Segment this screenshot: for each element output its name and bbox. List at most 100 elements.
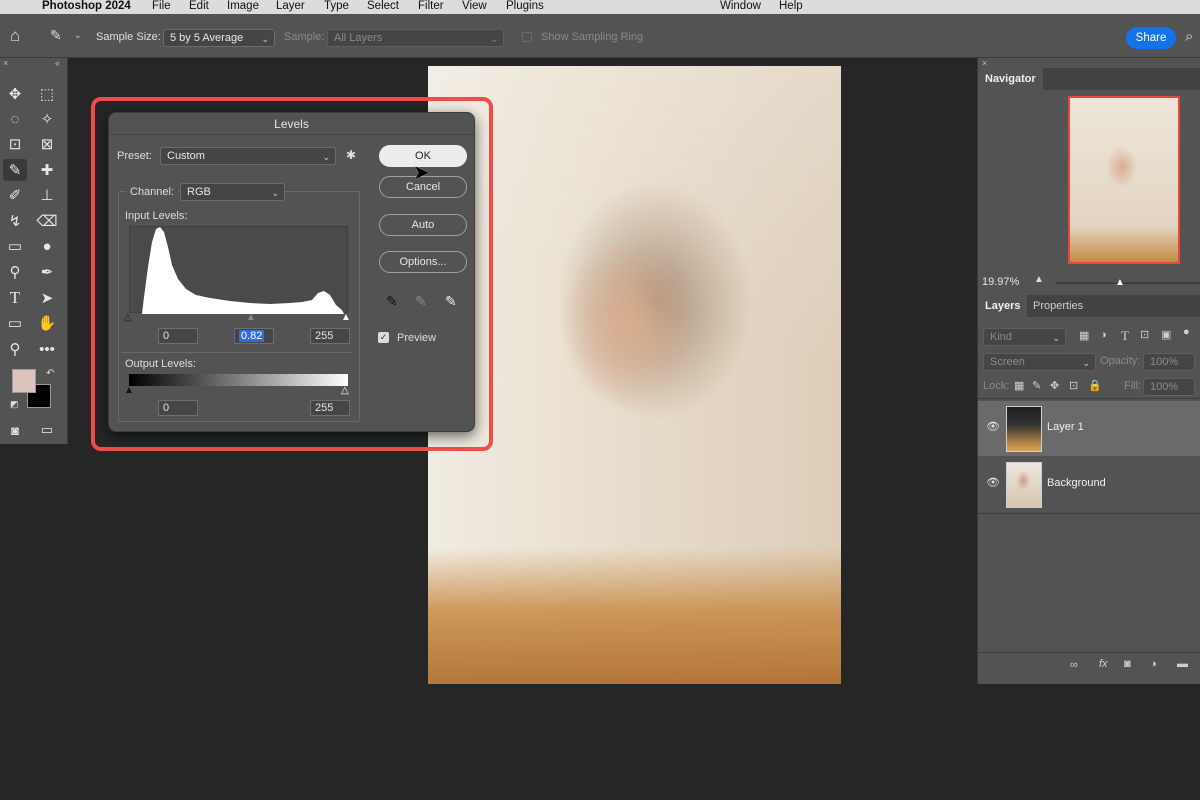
input-black-field[interactable]: 0 [158,328,198,344]
zoom-out-icon[interactable]: ▲ [1034,274,1044,285]
white-point-eyedropper-icon[interactable]: ✎ [445,293,457,310]
tab-navigator[interactable]: Navigator [978,68,1043,90]
menu-view[interactable]: View [462,0,487,13]
auto-button[interactable]: Auto [379,214,467,236]
black-point-eyedropper-icon[interactable]: ✎ [386,293,398,310]
healing-brush-tool-icon[interactable]: ✚ [35,159,59,181]
menu-layer[interactable]: Layer [276,0,305,13]
menu-select[interactable]: Select [367,0,399,13]
navigator-zoom-slider-handle[interactable]: ▲ [1115,277,1125,288]
menu-help[interactable]: Help [779,0,803,13]
fill-field[interactable]: 100% [1143,378,1195,396]
tab-properties[interactable]: Properties [1026,295,1090,317]
navigator-zoom-value[interactable]: 19.97% [982,276,1019,288]
menu-edit[interactable]: Edit [189,0,209,13]
levels-title[interactable]: Levels [109,113,474,135]
blur-tool-icon[interactable]: ● [35,235,59,257]
options-button[interactable]: Options... [379,251,467,273]
layer-filter-select[interactable]: Kind ⌄ [983,328,1066,346]
menu-type[interactable]: Type [324,0,349,13]
filter-smart-object-icon[interactable]: ▣ [1161,328,1171,341]
filter-pixel-icon[interactable]: ▦ [1079,329,1089,342]
channel-select[interactable]: RGB ⌄ [180,183,285,201]
input-white-slider-handle[interactable]: ▲ [341,312,351,323]
filter-type-icon[interactable]: T [1121,328,1129,344]
opacity-field[interactable]: 100% [1143,353,1195,371]
frame-tool-icon[interactable]: ⊠ [35,133,59,155]
lock-position-icon[interactable]: ✥ [1050,379,1059,392]
screen-mode-icon[interactable]: ▭ [35,419,59,441]
collapse-icon[interactable]: « [55,58,60,68]
output-white-field[interactable]: 255 [310,400,350,416]
preview-checkbox[interactable]: ✓ [378,332,389,343]
output-black-field[interactable]: 0 [158,400,198,416]
menu-file[interactable]: File [152,0,171,13]
share-button[interactable]: Share [1126,27,1176,49]
eyedropper-tool-icon[interactable]: ✎ [3,159,27,181]
preset-options-gear-icon[interactable]: ✱ [346,148,356,162]
crop-tool-icon[interactable]: ⊡ [3,133,27,155]
link-layers-icon[interactable]: ∞ [1070,659,1078,671]
lock-image-icon[interactable]: ✎ [1032,379,1041,392]
marquee-tool-icon[interactable]: ⬚ [35,83,59,105]
add-mask-icon[interactable]: ◙ [1124,658,1131,670]
stamp-tool-icon[interactable]: ⊥ [35,184,59,206]
home-icon[interactable]: ⌂ [10,26,20,46]
move-tool-icon[interactable]: ✥ [3,83,27,105]
menu-filter[interactable]: Filter [418,0,444,13]
more-tools-icon[interactable]: ••• [35,338,59,360]
input-white-field[interactable]: 255 [310,328,350,344]
layer-effects-icon[interactable]: fx [1099,658,1108,670]
new-adjustment-layer-icon[interactable]: ◑ [1150,658,1157,670]
filter-toggle-icon[interactable]: ● [1183,326,1190,338]
eye-icon[interactable]: 👁 [986,420,1000,433]
eraser-tool-icon[interactable]: ⌫ [35,210,59,232]
output-black-slider-handle[interactable]: ▲ [124,385,134,396]
menu-image[interactable]: Image [227,0,259,13]
quick-mask-icon[interactable]: ◙ [3,419,27,441]
new-group-icon[interactable]: ▬ [1177,658,1188,670]
panel-close-icon[interactable]: × [982,58,987,68]
lock-transparent-icon[interactable]: ▦ [1014,379,1024,392]
lock-all-icon[interactable]: 🔒 [1088,379,1102,392]
input-gamma-field[interactable]: 0.82 [234,328,274,344]
output-white-slider-handle[interactable]: △ [341,385,349,396]
gray-point-eyedropper-icon[interactable]: ✎ [415,293,427,310]
input-gamma-slider-handle[interactable]: ▲ [246,312,256,323]
foreground-color-swatch[interactable] [12,369,36,393]
layer-row-layer-1[interactable]: 👁 Layer 1 [978,401,1200,456]
swap-colors-icon[interactable]: ↶ [46,368,54,379]
sample-select[interactable]: All Layers ⌄ [327,29,504,47]
navigator-zoom-slider[interactable] [1056,282,1200,284]
app-name[interactable]: Photoshop 2024 [42,0,131,13]
menu-plugins[interactable]: Plugins [506,0,544,13]
dodge-tool-icon[interactable]: ⚲ [3,261,27,283]
tab-layers[interactable]: Layers [978,295,1028,317]
type-tool-icon[interactable]: T [3,287,27,309]
navigator-thumbnail[interactable] [1068,96,1180,264]
lasso-tool-icon[interactable]: ◌ [3,108,27,130]
eye-icon[interactable]: 👁 [986,476,1000,489]
sampling-ring-checkbox[interactable] [522,32,532,42]
layer-row-background[interactable]: 👁 Background [978,457,1200,512]
menu-window[interactable]: Window [720,0,761,13]
eyedropper-icon[interactable]: ✎ [50,27,62,44]
magic-wand-tool-icon[interactable]: ✧ [35,108,59,130]
blend-mode-select[interactable]: Screen ⌄ [983,353,1096,371]
path-selection-tool-icon[interactable]: ➤ [35,287,59,309]
tool-preset-chevron-icon[interactable]: ⌄ [74,30,82,41]
zoom-tool-icon[interactable]: ⚲ [3,338,27,360]
filter-shape-icon[interactable]: ⊡ [1140,328,1149,341]
lock-artboard-icon[interactable]: ⊡ [1069,379,1078,392]
default-colors-icon[interactable]: ◩ [10,399,19,410]
gradient-tool-icon[interactable]: ▭ [3,235,27,257]
close-icon[interactable]: × [3,58,8,68]
rectangle-tool-icon[interactable]: ▭ [3,312,27,334]
preset-select[interactable]: Custom ⌄ [160,147,336,165]
sample-size-select[interactable]: 5 by 5 Average ⌄ [163,29,275,47]
input-black-slider-handle[interactable]: △ [124,312,132,323]
search-icon[interactable]: ⌕ [1185,28,1193,45]
brush-tool-icon[interactable]: ✐ [3,184,27,206]
hand-tool-icon[interactable]: ✋ [35,312,59,334]
pen-tool-icon[interactable]: ✒ [35,261,59,283]
